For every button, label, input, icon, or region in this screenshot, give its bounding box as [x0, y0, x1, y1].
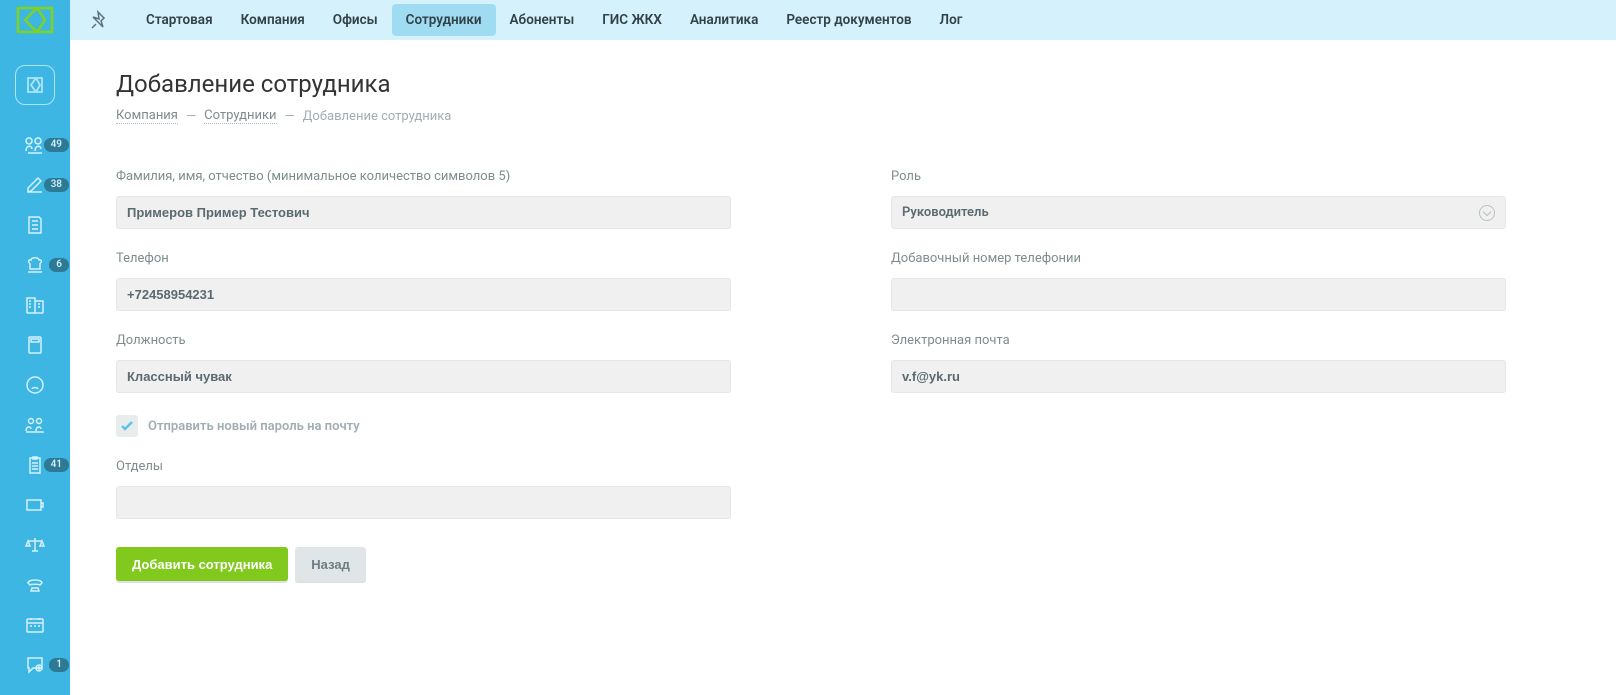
tabs: Стартовая Компания Офисы Сотрудники Абон…	[132, 4, 976, 36]
tab-documents[interactable]: Реестр документов	[772, 4, 925, 36]
tab-employees[interactable]: Сотрудники	[392, 4, 496, 36]
left-column-rest: Отправить новый пароль на почту Отделы Д…	[116, 415, 731, 581]
sidebar: 49 38 6 41 1	[0, 0, 70, 695]
email-field: Электронная почта	[891, 333, 1506, 393]
page-title: Добавление сотрудника	[116, 70, 1570, 98]
buttons-row: Добавить сотрудника Назад	[116, 547, 731, 581]
right-column-spacer	[891, 415, 1506, 581]
back-button[interactable]: Назад	[295, 547, 366, 581]
role-field: Роль Руководитель	[891, 169, 1506, 229]
sidebar-users-icon[interactable]: 49	[15, 130, 55, 160]
tab-offices[interactable]: Офисы	[319, 4, 392, 36]
position-label: Должность	[116, 333, 731, 348]
breadcrumb-sep: —	[186, 109, 196, 124]
sidebar-calendar-icon[interactable]	[15, 610, 55, 640]
email-label: Электронная почта	[891, 333, 1506, 348]
form-grid: Фамилия, имя, отчество (минимальное коли…	[116, 169, 1570, 581]
position-input[interactable]	[116, 360, 731, 393]
logo-pill-icon[interactable]	[15, 65, 55, 105]
topbar: Стартовая Компания Офисы Сотрудники Абон…	[70, 0, 1616, 40]
role-value: Руководитель	[902, 205, 989, 220]
sidebar-wallet-icon[interactable]	[15, 490, 55, 520]
chevron-down-icon	[1479, 205, 1495, 221]
breadcrumb: Компания — Сотрудники — Добавление сотру…	[116, 108, 1570, 124]
tab-start[interactable]: Стартовая	[132, 4, 227, 36]
phone-label: Телефон	[116, 251, 731, 266]
breadcrumb-company[interactable]: Компания	[116, 108, 178, 124]
sidebar-compose-icon[interactable]: 38	[15, 170, 55, 200]
ext-input[interactable]	[891, 278, 1506, 311]
fio-field: Фамилия, имя, отчество (минимальное коли…	[116, 169, 731, 229]
badge: 41	[44, 458, 69, 472]
badge: 1	[49, 658, 69, 672]
badge: 6	[49, 258, 69, 272]
departments-input[interactable]	[116, 486, 731, 519]
breadcrumb-employees[interactable]: Сотрудники	[204, 108, 276, 124]
sidebar-chef-icon[interactable]: 6	[15, 250, 55, 280]
logo-top-icon	[0, 0, 70, 40]
role-label: Роль	[891, 169, 1506, 184]
send-password-row: Отправить новый пароль на почту	[116, 415, 731, 437]
tab-analytics[interactable]: Аналитика	[676, 4, 772, 36]
sidebar-scales-icon[interactable]	[15, 530, 55, 560]
phone-field: Телефон	[116, 251, 731, 311]
tab-company[interactable]: Компания	[227, 4, 319, 36]
submit-button[interactable]: Добавить сотрудника	[116, 547, 288, 581]
breadcrumb-sep: —	[285, 109, 295, 124]
sidebar-sadface-icon[interactable]	[15, 370, 55, 400]
departments-label: Отделы	[116, 459, 731, 474]
content: Добавление сотрудника Компания — Сотрудн…	[70, 40, 1616, 611]
send-password-label: Отправить новый пароль на почту	[148, 419, 360, 434]
send-password-checkbox[interactable]	[116, 415, 138, 437]
sidebar-document-icon[interactable]	[15, 210, 55, 240]
tab-log[interactable]: Лог	[926, 4, 977, 36]
email-input[interactable]	[891, 360, 1506, 393]
main-area: Стартовая Компания Офисы Сотрудники Абон…	[70, 0, 1616, 695]
fio-input[interactable]	[116, 196, 731, 229]
sidebar-chat-plus-icon[interactable]: 1	[15, 650, 55, 680]
tab-subscribers[interactable]: Абоненты	[496, 4, 589, 36]
sidebar-calculator-icon[interactable]	[15, 330, 55, 360]
breadcrumb-current: Добавление сотрудника	[303, 109, 452, 124]
sidebar-phone-icon[interactable]	[15, 570, 55, 600]
departments-field: Отделы	[116, 459, 731, 519]
badge: 49	[44, 138, 69, 152]
sidebar-clipboard-icon[interactable]: 41	[15, 450, 55, 480]
sidebar-group-icon[interactable]	[15, 410, 55, 440]
phone-input[interactable]	[116, 278, 731, 311]
tab-gis[interactable]: ГИС ЖКХ	[588, 4, 676, 36]
sidebar-building-icon[interactable]	[15, 290, 55, 320]
fio-label: Фамилия, имя, отчество (минимальное коли…	[116, 169, 731, 184]
badge: 38	[44, 178, 69, 192]
role-select[interactable]: Руководитель	[891, 196, 1506, 229]
ext-label: Добавочный номер телефонии	[891, 251, 1506, 266]
position-field: Должность	[116, 333, 731, 393]
ext-field: Добавочный номер телефонии	[891, 251, 1506, 311]
pin-icon[interactable]	[90, 10, 110, 30]
